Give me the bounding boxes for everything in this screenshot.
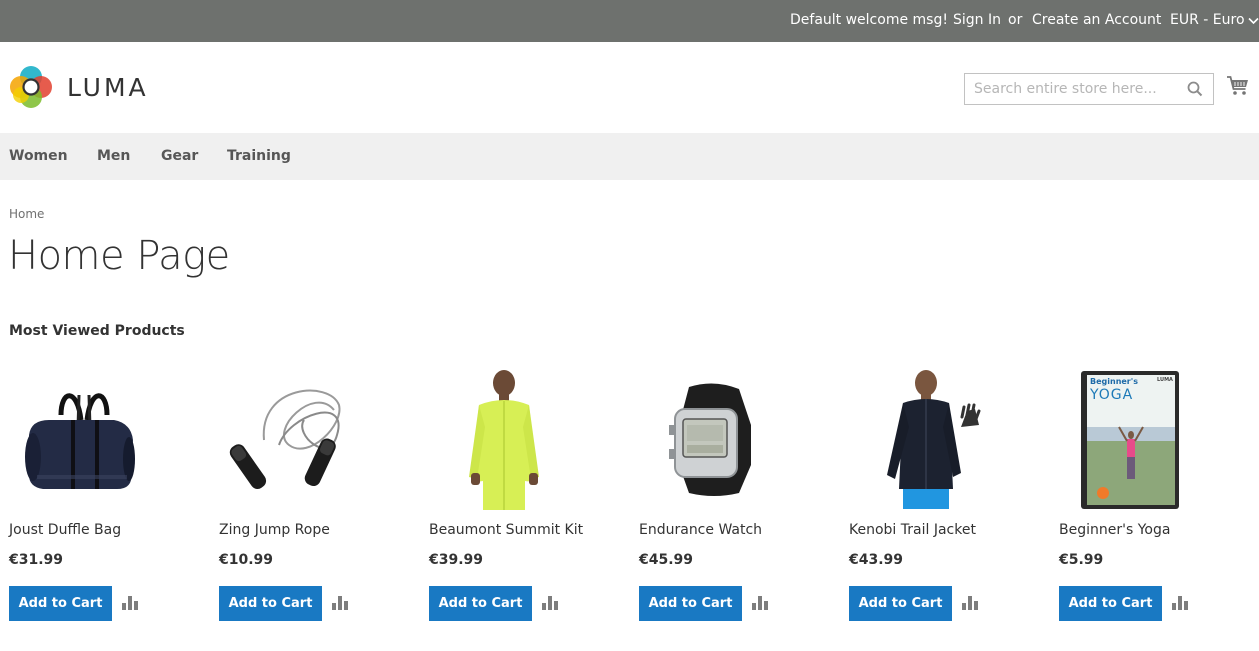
search-input[interactable] <box>965 74 1175 104</box>
product-card: Zing Jump Rope €10.99 Add to Cart <box>219 365 419 625</box>
dvd-title-large: YOGA <box>1090 387 1134 403</box>
dvd-title-small: Beginner's <box>1090 377 1138 386</box>
product-price: €43.99 <box>849 552 904 568</box>
product-card: Kenobi Trail Jacket €43.99 Add to Cart <box>849 365 1049 625</box>
search-icon[interactable] <box>1187 81 1203 97</box>
product-image[interactable] <box>219 365 419 513</box>
product-card: Beaumont Summit Kit €39.99 Add to Cart <box>429 365 629 625</box>
add-to-cart-button[interactable]: Add to Cart <box>1059 586 1162 621</box>
add-to-cart-button[interactable]: Add to Cart <box>9 586 112 621</box>
logo-text: LUMA <box>67 72 149 102</box>
product-price: €31.99 <box>9 552 64 568</box>
page-title: Home Page <box>8 233 230 279</box>
product-price: €45.99 <box>639 552 694 568</box>
compare-icon[interactable] <box>752 596 768 610</box>
nav-item-men[interactable]: Men <box>97 148 130 164</box>
product-price: €5.99 <box>1059 552 1104 568</box>
product-name[interactable]: Kenobi Trail Jacket <box>849 522 976 538</box>
nav-item-training[interactable]: Training <box>227 148 291 164</box>
product-card: Joust Duffle Bag €31.99 Add to Cart <box>9 365 209 625</box>
breadcrumb: Home <box>9 207 45 221</box>
compare-icon[interactable] <box>542 596 558 610</box>
product-price: €39.99 <box>429 552 484 568</box>
cart-icon[interactable] <box>1227 76 1249 96</box>
product-image[interactable] <box>849 365 1049 513</box>
section-title: Most Viewed Products <box>9 323 185 339</box>
product-price: €10.99 <box>219 552 274 568</box>
nav-item-gear[interactable]: Gear <box>161 148 198 164</box>
currency-label: EUR - Euro <box>1170 12 1245 28</box>
add-to-cart-button[interactable]: Add to Cart <box>849 586 952 621</box>
add-to-cart-button[interactable]: Add to Cart <box>639 586 742 621</box>
product-image[interactable] <box>639 365 839 513</box>
or-separator: or <box>1008 12 1023 28</box>
create-account-link[interactable]: Create an Account <box>1032 12 1161 28</box>
product-image[interactable] <box>9 365 209 513</box>
nav-item-women[interactable]: Women <box>9 148 68 164</box>
main-navigation: Women Men Gear Training <box>0 133 1259 180</box>
page-header: LUMA <box>0 42 1259 133</box>
product-name[interactable]: Beaumont Summit Kit <box>429 522 583 538</box>
currency-switcher[interactable]: EUR - Euro <box>1170 12 1259 28</box>
compare-icon[interactable] <box>962 596 978 610</box>
chevron-down-icon <box>1247 17 1259 24</box>
search-box <box>964 73 1214 105</box>
product-image[interactable] <box>429 365 629 513</box>
product-card: Beginner's YOGA LUMA Beginner's Yoga €5.… <box>1059 365 1259 625</box>
compare-icon[interactable] <box>122 596 138 610</box>
product-image[interactable] <box>1059 365 1259 513</box>
add-to-cart-button[interactable]: Add to Cart <box>429 586 532 621</box>
product-card: Endurance Watch €45.99 Add to Cart <box>639 365 839 625</box>
sign-in-link[interactable]: Sign In <box>953 12 1001 28</box>
add-to-cart-button[interactable]: Add to Cart <box>219 586 322 621</box>
product-name[interactable]: Zing Jump Rope <box>219 522 330 538</box>
welcome-message: Default welcome msg! <box>790 12 948 28</box>
compare-icon[interactable] <box>332 596 348 610</box>
dvd-brand: LUMA <box>1157 377 1173 383</box>
top-panel: Default welcome msg! Sign In or Create a… <box>0 0 1259 42</box>
product-name[interactable]: Endurance Watch <box>639 522 762 538</box>
product-name[interactable]: Joust Duffle Bag <box>9 522 121 538</box>
product-name[interactable]: Beginner's Yoga <box>1059 522 1170 538</box>
luma-logo[interactable]: LUMA <box>9 64 155 110</box>
logo-mark-icon <box>10 66 52 108</box>
compare-icon[interactable] <box>1172 596 1188 610</box>
